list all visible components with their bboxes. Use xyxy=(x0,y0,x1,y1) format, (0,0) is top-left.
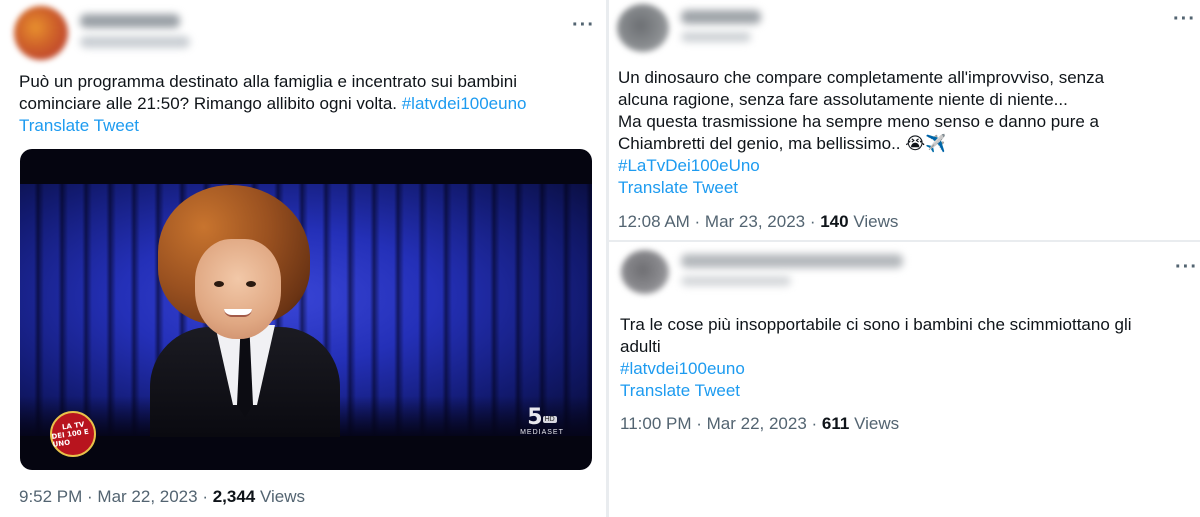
hashtag-link[interactable]: #latvdei100euno xyxy=(402,94,527,113)
tweet-text-line: Tra le cose più insopportabile ci sono i… xyxy=(620,315,1132,334)
username-blurred[interactable] xyxy=(80,36,190,48)
badge-text: DEI 100 E UNO xyxy=(51,427,90,449)
tweet-card[interactable]: ··· Un dinosauro che compare completamen… xyxy=(609,0,1200,240)
tweet-card[interactable]: ··· Tra le cose più insopportabile ci so… xyxy=(609,242,1200,517)
tweet-card[interactable]: ··· Può un programma destinato alla fami… xyxy=(0,0,605,517)
display-name-blurred[interactable] xyxy=(681,254,903,268)
tweet-text-line: adulti xyxy=(620,337,661,356)
tweet-text-line: Ma questa trasmissione ha sempre meno se… xyxy=(618,112,1099,131)
tweet-text-line: Chiambretti del genio, ma bellissimo.. 😭… xyxy=(618,134,947,153)
channel-logo: 5 HD MEDIASET xyxy=(518,405,566,437)
views-label: Views xyxy=(255,487,306,506)
child-face xyxy=(195,239,281,339)
translate-tweet-link[interactable]: Translate Tweet xyxy=(620,380,1132,402)
username-blurred[interactable] xyxy=(681,276,791,286)
channel-brand: MEDIASET xyxy=(520,429,564,436)
tweet-media-image[interactable]: LA TV DEI 100 E UNO 5 HD MEDIASET xyxy=(20,149,592,470)
more-options-icon[interactable]: ··· xyxy=(1175,257,1198,277)
channel-hd: HD xyxy=(542,416,557,424)
views-label: Views xyxy=(848,212,899,231)
tweet-text-fragment: cominciare alle 21:50? Rimango allibito … xyxy=(19,94,402,113)
tweet-text: Un dinosauro che compare completamente a… xyxy=(618,67,1104,199)
username-blurred[interactable] xyxy=(681,32,751,42)
timestamp-link[interactable]: 9:52 PM · Mar 22, 2023 · xyxy=(19,487,213,506)
avatar[interactable] xyxy=(617,4,669,52)
tweet-text-line: Un dinosauro che compare completamente a… xyxy=(618,68,1105,87)
hashtag-link[interactable]: #LaTvDei100eUno xyxy=(618,155,1104,177)
tweet-text: Tra le cose più insopportabile ci sono i… xyxy=(620,314,1132,402)
tweet-meta: 12:08 AM · Mar 23, 2023 · 140 Views xyxy=(618,212,898,232)
smile xyxy=(224,309,252,317)
avatar[interactable] xyxy=(621,250,669,294)
translate-tweet-link[interactable]: Translate Tweet xyxy=(618,177,1104,199)
tweet-meta: 9:52 PM · Mar 22, 2023 · 2,344 Views xyxy=(19,487,305,507)
eye xyxy=(214,281,224,287)
display-name-blurred[interactable] xyxy=(80,14,180,28)
more-options-icon[interactable]: ··· xyxy=(572,15,595,35)
tweet-meta: 11:00 PM · Mar 22, 2023 · 611 Views xyxy=(620,414,899,434)
timestamp-link[interactable]: 12:08 AM · Mar 23, 2023 · xyxy=(618,212,820,231)
show-logo-badge: LA TV DEI 100 E UNO xyxy=(50,411,96,457)
channel-number: 5 xyxy=(527,405,543,430)
tweet-text-line: Può un programma destinato alla famiglia… xyxy=(19,72,517,91)
avatar[interactable] xyxy=(14,6,68,60)
more-options-icon[interactable]: ··· xyxy=(1173,9,1196,29)
tweet-text-line: alcuna ragione, senza fare assolutamente… xyxy=(618,90,1068,109)
hashtag-link[interactable]: #latvdei100euno xyxy=(620,358,1132,380)
views-count: 2,344 xyxy=(212,487,256,506)
timestamp-link[interactable]: 11:00 PM · Mar 22, 2023 · xyxy=(620,414,822,433)
views-label: Views xyxy=(849,414,900,433)
translate-tweet-link[interactable]: Translate Tweet xyxy=(19,116,139,136)
eye xyxy=(246,281,256,287)
views-count: 140 xyxy=(820,212,849,231)
tweet-text-line: cominciare alle 21:50? Rimango allibito … xyxy=(19,93,527,115)
display-name-blurred[interactable] xyxy=(681,10,761,24)
views-count: 611 xyxy=(821,414,850,433)
tweet-text: Può un programma destinato alla famiglia… xyxy=(19,71,527,115)
